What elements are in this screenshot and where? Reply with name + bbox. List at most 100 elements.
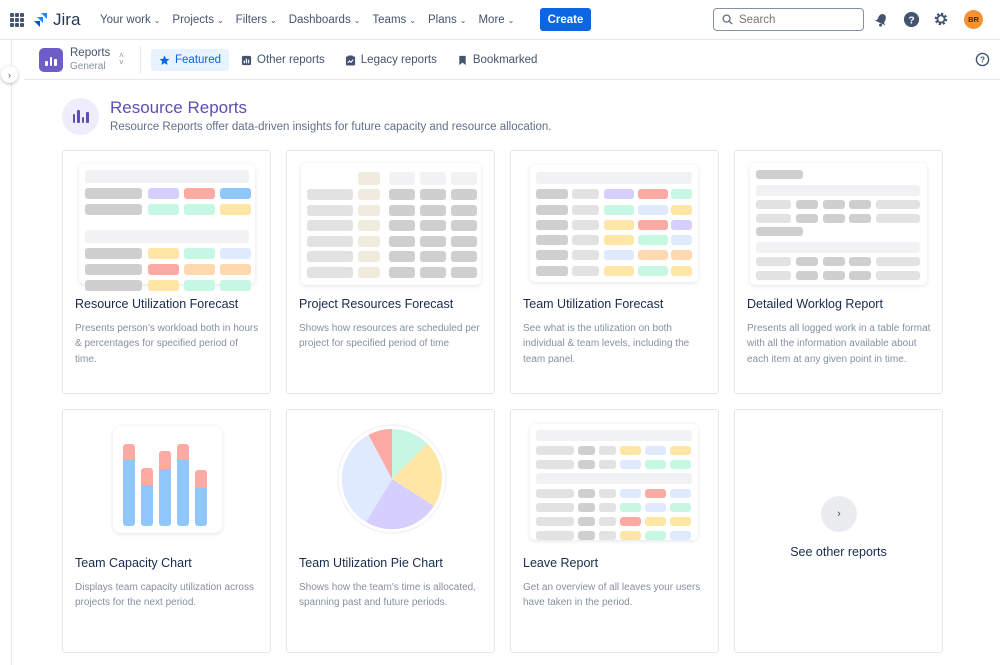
tab-bookmarked[interactable]: Bookmarked	[449, 49, 546, 71]
placeholder-block	[604, 266, 634, 276]
table-preview-illustration	[79, 164, 255, 291]
placeholder-block	[420, 267, 446, 278]
report-card-detailed-worklog-report[interactable]: Detailed Worklog Report Presents all log…	[734, 150, 943, 394]
report-card-project-resources-forecast[interactable]: Project Resources Forecast Shows how res…	[286, 150, 495, 394]
placeholder-block	[358, 205, 380, 216]
placeholder-block	[756, 170, 803, 179]
placeholder-block	[756, 271, 791, 280]
notifications-icon[interactable]	[872, 10, 890, 28]
help-question-icon[interactable]: ?	[975, 52, 990, 72]
placeholder-block	[671, 220, 692, 230]
section-title: Resource Reports	[110, 98, 248, 117]
placeholder-block	[184, 188, 215, 199]
tab-featured[interactable]: Featured	[151, 49, 230, 71]
placeholder-block	[420, 189, 446, 200]
reports-project-icon	[39, 48, 63, 72]
placeholder-block	[823, 200, 845, 209]
nav-plans[interactable]: Plans ⌄	[428, 14, 466, 26]
jira-logo-icon	[34, 13, 47, 27]
placeholder-block	[796, 257, 818, 266]
card-title: Team Utilization Pie Chart	[299, 556, 443, 570]
tab-legacy-reports[interactable]: Legacy reports	[337, 49, 445, 71]
placeholder-block	[389, 205, 415, 216]
report-tabs: Featured Other reports Legacy reports Bo…	[151, 49, 545, 71]
report-card-team-capacity-chart[interactable]: Team Capacity Chart Displays team capaci…	[62, 409, 271, 653]
placeholder-block	[670, 446, 691, 455]
placeholder-block	[796, 271, 818, 280]
card-description: Shows how the team's time is allocated, …	[299, 582, 476, 609]
placeholder-block	[536, 250, 568, 260]
placeholder-block	[645, 503, 666, 512]
search-icon	[722, 14, 733, 25]
app-switcher-icon[interactable]	[10, 13, 24, 27]
see-other-reports-button[interactable]: ›	[821, 496, 857, 532]
nav-filters[interactable]: Filters ⌄	[236, 14, 277, 26]
divider	[140, 46, 141, 74]
table-preview-illustration	[530, 424, 698, 540]
report-card-team-utilization-pie-chart[interactable]: Team Utilization Pie Chart Shows how the…	[286, 409, 495, 653]
placeholder-block	[604, 205, 634, 215]
create-button[interactable]: Create	[540, 8, 591, 31]
placeholder-block	[85, 230, 249, 243]
chevron-down-icon: ⌄	[153, 15, 161, 25]
nav-projects[interactable]: Projects ⌄	[172, 14, 223, 26]
help-icon[interactable]: ?	[902, 10, 920, 28]
card-title: Team Capacity Chart	[75, 556, 192, 570]
placeholder-block	[358, 220, 380, 231]
placeholder-block	[389, 236, 415, 247]
placeholder-block	[638, 220, 668, 230]
placeholder-block	[578, 503, 595, 512]
nav-label: Filters	[235, 14, 267, 26]
resource-reports-icon	[62, 98, 99, 135]
placeholder-block	[670, 503, 691, 512]
project-switcher-icon[interactable]: ˄ ˅	[119, 52, 124, 67]
tab-other-reports[interactable]: Other reports	[233, 49, 333, 71]
expand-sidebar-button[interactable]: ›	[1, 66, 18, 83]
placeholder-block	[451, 205, 477, 216]
placeholder-block	[148, 188, 179, 199]
card-title: Detailed Worklog Report	[747, 297, 883, 311]
top-navigation: Jira Your work ⌄ Projects ⌄ Filters ⌄ Dashb…	[0, 0, 1000, 40]
placeholder-block	[670, 517, 691, 526]
placeholder-block	[756, 214, 791, 223]
placeholder-block	[599, 503, 616, 512]
nav-teams[interactable]: Teams ⌄	[372, 14, 416, 26]
placeholder-block	[451, 189, 477, 200]
search-field[interactable]	[713, 8, 864, 31]
nav-label: Your work	[100, 14, 151, 26]
placeholder-block	[670, 460, 691, 469]
placeholder-block	[876, 200, 920, 209]
placeholder-block	[645, 460, 666, 469]
nav-more[interactable]: More ⌄	[478, 14, 514, 26]
placeholder-block	[572, 250, 599, 260]
see-other-reports-card[interactable]: › See other reports	[734, 409, 943, 653]
placeholder-block	[536, 517, 574, 526]
chevron-right-icon: ›	[8, 69, 11, 80]
placeholder-block	[307, 189, 353, 200]
report-card-leave-report[interactable]: Leave Report Get an overview of all leav…	[510, 409, 719, 653]
placeholder-block	[451, 172, 477, 185]
user-avatar[interactable]: BR	[964, 10, 983, 29]
placeholder-block	[670, 531, 691, 540]
placeholder-block	[307, 236, 353, 247]
search-input[interactable]	[739, 13, 849, 26]
bar-segment-blue	[123, 460, 135, 526]
project-title[interactable]: Reports	[70, 47, 110, 59]
nav-label: Plans	[427, 14, 457, 26]
bookmark-icon	[459, 55, 466, 65]
placeholder-block	[307, 267, 353, 278]
card-description: Get an overview of all leaves your users…	[523, 582, 701, 609]
settings-gear-icon[interactable]	[932, 10, 950, 28]
placeholder-block	[389, 220, 415, 231]
jira-logo[interactable]: Jira	[33, 10, 80, 30]
placeholder-block	[572, 189, 599, 199]
placeholder-block	[620, 446, 641, 455]
placeholder-block	[876, 271, 920, 280]
report-card-team-utilization-forecast[interactable]: Team Utilization Forecast See what is th…	[510, 150, 719, 394]
nav-dashboards[interactable]: Dashboards ⌄	[289, 14, 361, 26]
placeholder-block	[451, 236, 477, 247]
placeholder-block	[756, 227, 803, 236]
card-title: Project Resources Forecast	[299, 297, 454, 311]
nav-your-work[interactable]: Your work ⌄	[100, 14, 160, 26]
report-card-resource-utilization-forecast[interactable]: Resource Utilization Forecast Presents p…	[62, 150, 271, 394]
